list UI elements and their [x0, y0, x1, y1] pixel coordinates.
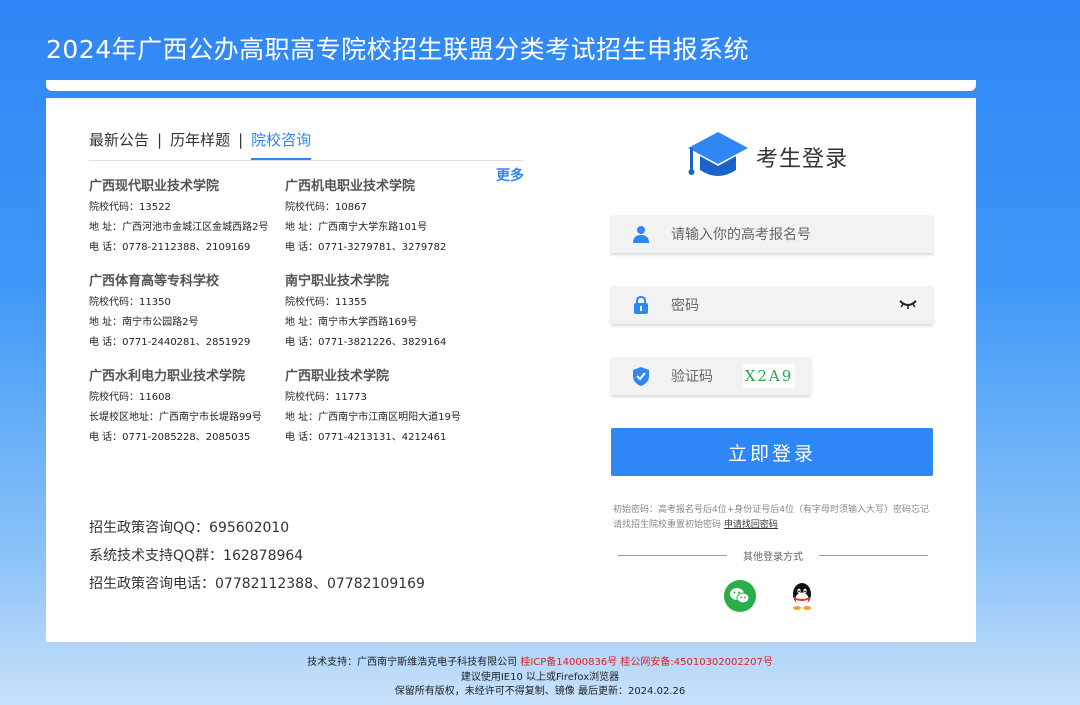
tech-support-qq-group: 系统技术支持QQ群：162878964 [89, 548, 304, 564]
contact-info: 招生政策咨询QQ：695602010 系统技术支持QQ群：162878964 招… [89, 514, 425, 598]
recover-password-link[interactable]: 申请找回密码 [724, 520, 778, 530]
school-name: 广西体育高等专科学校 [89, 274, 220, 289]
school-code: 院校代码：10867 [285, 202, 367, 213]
shield-icon [611, 366, 671, 386]
captcha-input[interactable]: 验证码 [671, 366, 713, 386]
captcha-field[interactable]: 验证码 X2A9 [611, 357, 811, 395]
school-item: 广西机电职业技术学院 院校代码：10867 地 址：广西南宁大学东路101号 电… [285, 175, 485, 258]
other-login-label: 其他登录方式 [743, 552, 803, 563]
school-phone: 电 话：0771-3821226、3829164 [285, 337, 447, 348]
browser-note: 建议使用IE10 以上或Firefox浏览器 [460, 671, 620, 683]
qq-icon[interactable] [786, 580, 818, 612]
school-item: 广西现代职业技术学院 院校代码：13522 地 址：广西河池市金城江区金城西路2… [89, 175, 285, 258]
tech-support-text: 技术支持：广西南宁斯维浩克电子科技有限公司 [307, 657, 518, 668]
school-item: 广西职业技术学院 院校代码：11773 地 址：广西南宁市江南区明阳大道19号 … [285, 365, 485, 448]
school-phone: 电 话：0771-2440281、2851929 [89, 337, 251, 348]
captcha-text: X2A9 [744, 367, 794, 385]
school-code: 院校代码：11350 [89, 297, 171, 308]
school-name: 广西现代职业技术学院 [89, 179, 220, 194]
captcha-image[interactable]: X2A9 [743, 364, 795, 388]
school-name: 广西水利电力职业技术学院 [89, 369, 246, 384]
login-button[interactable]: 立即登录 [611, 428, 933, 476]
school-address: 长堤校区地址：广西南宁市长堤路99号 [89, 412, 262, 423]
school-code: 院校代码：11355 [285, 297, 367, 308]
divider-line [819, 555, 928, 556]
school-address: 地 址：广西河池市金城江区金城西路2号 [89, 222, 269, 233]
divider-line [618, 555, 727, 556]
main-panel: 最新公告 | 历年样题 | 院校咨询 更多 广西现代职业技术学院 院校代码：13… [46, 98, 976, 642]
tab-past-samples[interactable]: 历年样题 [170, 128, 230, 160]
login-header: 考生登录 [686, 130, 848, 184]
copyright: 保留所有版权，未经许可不得复制、镜像 最后更新：2024.02.26 [394, 686, 686, 697]
tab-separator: | [157, 131, 163, 149]
school-name: 南宁职业技术学院 [285, 274, 390, 289]
school-item: 南宁职业技术学院 院校代码：11355 地 址：南宁市大学西路169号 电 话：… [285, 270, 485, 353]
school-address: 地 址：南宁市公园路2号 [89, 317, 199, 328]
tab-announcements[interactable]: 最新公告 [89, 128, 149, 160]
school-name: 广西机电职业技术学院 [285, 179, 416, 194]
page-title: 2024年广西公办高职高专院校招生联盟分类考试招生申报系统 [46, 35, 750, 64]
graduation-cap-icon [688, 132, 748, 176]
school-phone: 电 话：0771-3279781、3279782 [285, 242, 447, 253]
police-record-link[interactable]: 桂公网安备:45010302002207号 [620, 657, 772, 668]
tab-separator: | [238, 131, 244, 149]
user-icon [611, 225, 671, 243]
top-banner-strip [46, 80, 976, 91]
more-link[interactable]: 更多 [496, 165, 524, 185]
username-field[interactable]: 请输入你的高考报名号 [611, 215, 933, 253]
school-phone: 电 话：0778-2112388、2109169 [89, 242, 251, 253]
footer-line-1: 技术支持：广西南宁斯维浩克电子科技有限公司 桂ICP备14000836号 桂公网… [0, 656, 1080, 671]
school-address: 地 址：广西南宁市江南区明阳大道19号 [285, 412, 461, 423]
eye-closed-icon[interactable] [899, 296, 917, 315]
tab-school-consult[interactable]: 院校咨询 [251, 128, 312, 160]
page-footer: 技术支持：广西南宁斯维浩克电子科技有限公司 桂ICP备14000836号 桂公网… [0, 656, 1080, 700]
school-code: 院校代码：13522 [89, 202, 171, 213]
icp-link[interactable]: 桂ICP备14000836号 [520, 657, 617, 668]
school-list: 广西现代职业技术学院 院校代码：13522 地 址：广西河池市金城江区金城西路2… [89, 175, 489, 448]
wechat-icon[interactable] [724, 580, 756, 612]
info-tabs: 最新公告 | 历年样题 | 院校咨询 [89, 128, 523, 161]
policy-qq: 招生政策咨询QQ：695602010 [89, 520, 290, 536]
username-input[interactable]: 请输入你的高考报名号 [671, 224, 811, 244]
school-code: 院校代码：11608 [89, 392, 171, 403]
password-field[interactable]: 密码 [611, 286, 933, 324]
other-login-divider: 其他登录方式 [618, 548, 928, 563]
policy-phone: 招生政策咨询电话：07782112388、07782109169 [89, 576, 425, 592]
school-phone: 电 话：0771-2085228、2085035 [89, 432, 251, 443]
school-address: 地 址：南宁市大学西路169号 [285, 317, 418, 328]
school-phone: 电 话：0771-4213131、4212461 [285, 432, 447, 443]
lock-icon [611, 295, 671, 315]
school-item: 广西体育高等专科学校 院校代码：11350 地 址：南宁市公园路2号 电 话：0… [89, 270, 285, 353]
school-code: 院校代码：11773 [285, 392, 367, 403]
password-hint: 初始密码：高考报名号后4位+身份证号后4位（有字母时须输入大写）密码忘记请找招生… [613, 503, 933, 533]
school-name: 广西职业技术学院 [285, 369, 390, 384]
school-address: 地 址：广西南宁大学东路101号 [285, 222, 428, 233]
school-item: 广西水利电力职业技术学院 院校代码：11608 长堤校区地址：广西南宁市长堤路9… [89, 365, 285, 448]
login-title: 考生登录 [756, 147, 849, 172]
password-input[interactable]: 密码 [671, 295, 699, 315]
